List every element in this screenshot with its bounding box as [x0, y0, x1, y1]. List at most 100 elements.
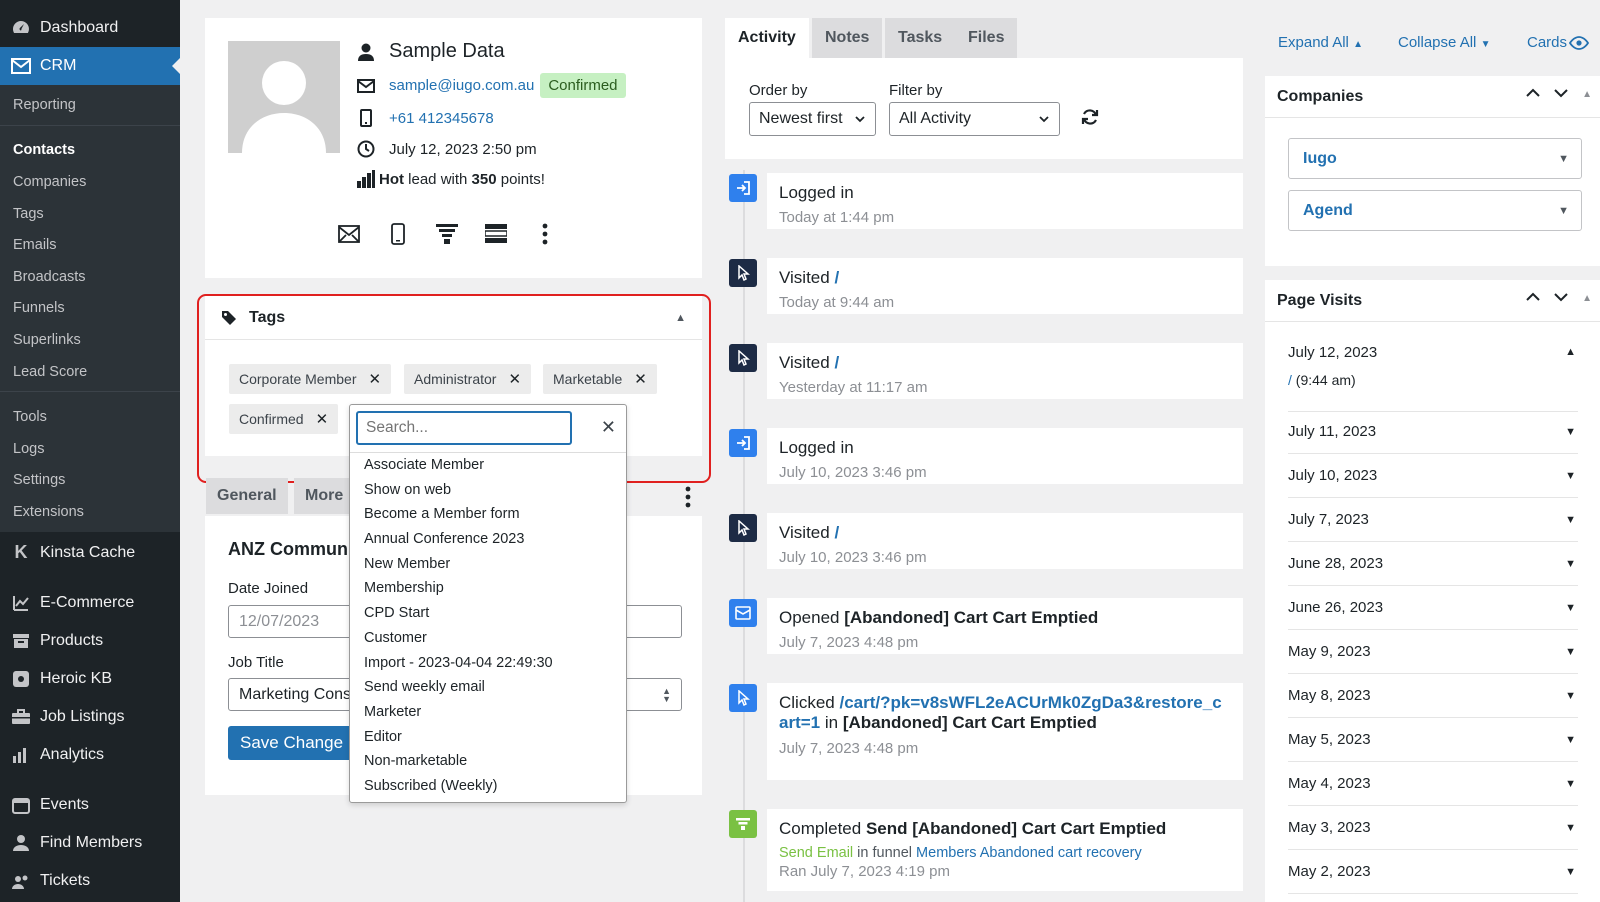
submenu-contacts[interactable]: Contacts: [0, 135, 180, 167]
tag-option[interactable]: Associate Member: [350, 453, 626, 478]
submenu-tools[interactable]: Tools: [0, 401, 180, 433]
chevron-up-icon[interactable]: [1526, 289, 1540, 307]
tag-option[interactable]: Editor: [350, 725, 626, 750]
company-select[interactable]: Agend ▼: [1288, 190, 1582, 231]
funnel-icon[interactable]: [436, 223, 458, 245]
filter-by-select[interactable]: All Activity: [889, 102, 1060, 136]
more-vertical-icon[interactable]: [534, 223, 556, 245]
submenu-settings[interactable]: Settings: [0, 465, 180, 497]
chevron-up-icon[interactable]: [1526, 85, 1540, 103]
tag-option[interactable]: Import - 2023-04-04 22:49:30: [350, 651, 626, 676]
submenu-reporting[interactable]: Reporting: [0, 89, 180, 121]
call-mobile-icon[interactable]: [387, 223, 409, 245]
tab-files[interactable]: Files: [955, 18, 1018, 58]
sidebar-item-find-members[interactable]: Find Members: [0, 824, 180, 862]
sidebar-item-crm[interactable]: CRM: [0, 47, 180, 85]
sidebar-item-products[interactable]: Products: [0, 622, 180, 660]
collapse-caret-icon[interactable]: ▲: [675, 312, 686, 324]
sidebar-item-job-listings[interactable]: Job Listings: [0, 698, 180, 736]
sidebar-item-dashboard[interactable]: Dashboard: [0, 9, 180, 47]
page-visit-day[interactable]: June 28, 2023 ▼: [1288, 542, 1578, 586]
sidebar-item-events[interactable]: Events: [0, 786, 180, 824]
tab-tasks[interactable]: Tasks: [885, 18, 956, 58]
sidebar-item-analytics[interactable]: Analytics: [0, 736, 180, 774]
submenu-logs[interactable]: Logs: [0, 433, 180, 465]
page-visit-day[interactable]: July 10, 2023 ▼: [1288, 454, 1578, 498]
sidebar-item-ecommerce[interactable]: E-Commerce: [0, 584, 180, 622]
tag-option[interactable]: New Member: [350, 552, 626, 577]
submenu-superlinks[interactable]: Superlinks: [0, 324, 180, 356]
date-joined-label: Date Joined: [228, 580, 309, 597]
tag-option[interactable]: Subscribed (Weekly): [350, 774, 626, 799]
tag-option[interactable]: Show on web: [350, 478, 626, 503]
funnel-step-label[interactable]: Send Email: [779, 845, 853, 861]
page-visit-day[interactable]: May 2, 2023 ▼: [1288, 850, 1578, 894]
activity-link[interactable]: /: [834, 268, 839, 287]
submenu-broadcasts[interactable]: Broadcasts: [0, 261, 180, 293]
tags-header[interactable]: Tags ▲: [205, 296, 702, 340]
submenu-extensions[interactable]: Extensions: [0, 496, 180, 528]
submenu-tags[interactable]: Tags: [0, 198, 180, 230]
envelope-icon: [355, 78, 377, 93]
chevron-down-icon[interactable]: [1554, 85, 1568, 103]
more-vertical-icon[interactable]: [685, 486, 691, 508]
page-visit-day[interactable]: May 3, 2023 ▼: [1288, 806, 1578, 850]
sidebar-item-heroic-kb[interactable]: Heroic KB: [0, 660, 180, 698]
page-visit-day[interactable]: May 4, 2023 ▼: [1288, 762, 1578, 806]
contact-email-link[interactable]: sample@iugo.com.au: [389, 77, 534, 94]
collapse-all-button[interactable]: Collapse All ▼: [1398, 34, 1490, 51]
page-visit-day[interactable]: July 7, 2023 ▼: [1288, 498, 1578, 542]
page-visit-day[interactable]: May 9, 2023 ▼: [1288, 630, 1578, 674]
chevron-down-icon[interactable]: [1554, 289, 1568, 307]
page-visit-day[interactable]: July 11, 2023 ▼: [1288, 410, 1578, 454]
contact-phone-link[interactable]: +61 412345678: [389, 110, 494, 127]
tag-option[interactable]: Become a Member form: [350, 502, 626, 527]
cards-view-button[interactable]: Cards: [1527, 34, 1590, 51]
activity-title: Completed: [779, 819, 862, 838]
tag-option[interactable]: Customer: [350, 626, 626, 651]
order-by-select[interactable]: Newest first: [749, 102, 876, 136]
refresh-icon[interactable]: [1080, 107, 1100, 127]
lead-level: Hot: [379, 170, 404, 188]
eye-icon: [1569, 35, 1590, 50]
remove-tag-icon[interactable]: ✕: [508, 370, 521, 388]
submenu-funnels[interactable]: Funnels: [0, 293, 180, 325]
submenu-emails[interactable]: Emails: [0, 229, 180, 261]
activity-link[interactable]: /: [834, 523, 839, 542]
sidebar-item-tickets[interactable]: Tickets: [0, 862, 180, 900]
tag-option[interactable]: Membership: [350, 576, 626, 601]
tag-search-input[interactable]: [356, 411, 572, 445]
page-visit-day[interactable]: May 5, 2023 ▼: [1288, 718, 1578, 762]
submenu-companies[interactable]: Companies: [0, 166, 180, 198]
stack-icon[interactable]: [485, 223, 507, 245]
tab-activity[interactable]: Activity: [725, 18, 809, 58]
activity-email-name: [Abandoned] Cart Cart Emptied: [844, 608, 1099, 627]
tag-option[interactable]: Marketer: [350, 700, 626, 725]
close-icon[interactable]: ✕: [601, 417, 616, 438]
remove-tag-icon[interactable]: ✕: [634, 370, 647, 388]
caret-down-icon: ▼: [1565, 469, 1576, 482]
caret-up-icon[interactable]: ▲: [1582, 89, 1592, 100]
page-visit-day[interactable]: June 26, 2023 ▼: [1288, 586, 1578, 630]
expand-all-button[interactable]: Expand All ▲: [1278, 34, 1363, 51]
activity-link[interactable]: /: [834, 353, 839, 372]
tag-option[interactable]: Annual Conference 2023: [350, 527, 626, 552]
tag-option[interactable]: Non-marketable: [350, 749, 626, 774]
tab-notes[interactable]: Notes: [812, 18, 883, 58]
company-select[interactable]: Iugo ▼: [1288, 138, 1582, 179]
sidebar-item-kinsta-cache[interactable]: K Kinsta Cache: [0, 534, 180, 572]
funnel-name-link[interactable]: Members Abandoned cart recovery: [916, 845, 1142, 861]
page-visit-day[interactable]: May 8, 2023 ▼: [1288, 674, 1578, 718]
send-email-icon[interactable]: [338, 223, 360, 245]
page-visit-day-expanded[interactable]: July 12, 2023 ▲ / (9:44 am): [1288, 330, 1578, 412]
remove-tag-icon[interactable]: ✕: [316, 410, 329, 428]
tab-more[interactable]: More: [294, 478, 355, 514]
tag-option[interactable]: CPD Start: [350, 601, 626, 626]
tag-option[interactable]: Send weekly email: [350, 675, 626, 700]
tab-general[interactable]: General: [206, 478, 288, 514]
submenu-lead-score[interactable]: Lead Score: [0, 356, 180, 388]
caret-up-icon[interactable]: ▲: [1582, 293, 1592, 304]
remove-tag-icon[interactable]: ✕: [369, 370, 382, 388]
visit-date: May 4, 2023: [1288, 775, 1371, 792]
